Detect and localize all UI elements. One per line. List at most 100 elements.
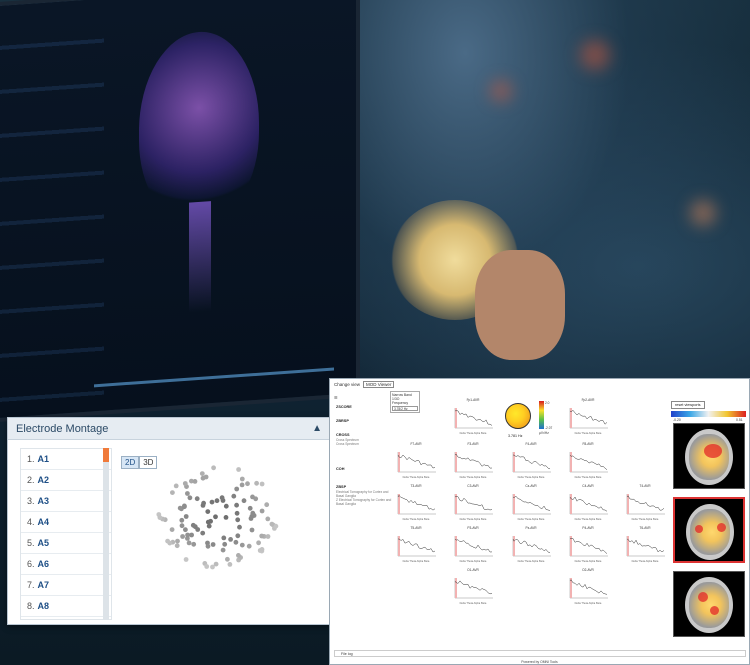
spectrum-tile[interactable]: C4-AVR Delta Theta Alpha Beta <box>566 484 610 521</box>
reset-viewports-button[interactable]: reset viewports <box>671 401 705 409</box>
spectrum-tile[interactable]: F4-AVR Delta Theta Alpha Beta <box>509 442 553 479</box>
nav-sub[interactable]: Cross Spectrum <box>336 442 394 446</box>
electrode-dot <box>264 502 270 508</box>
electrode-dot <box>201 500 206 506</box>
electrode-dot <box>222 541 228 547</box>
electrode-dot <box>256 540 261 546</box>
frequency-select[interactable]: 3.78/2 Hz <box>392 406 418 411</box>
electrode-dot <box>233 539 239 545</box>
list-item[interactable]: 1. A1 <box>21 449 111 470</box>
bokeh-light <box>580 40 610 70</box>
list-item[interactable]: 8. A8 <box>21 596 111 617</box>
electrode-dot <box>234 502 239 508</box>
mri-sagittal-view[interactable] <box>673 423 745 489</box>
view-select[interactable]: MOD Viewer <box>363 380 395 388</box>
spectrum-plot <box>454 408 493 429</box>
nav-sub[interactable]: Z Electrical Tomography for Cortex and B… <box>336 498 394 506</box>
nav-zbsp[interactable]: ZBSP Electrical Tomography for Cortex an… <box>336 485 394 507</box>
list-item[interactable]: 6. A6 <box>21 554 111 575</box>
electrode-dot <box>191 541 197 547</box>
electrode-dot <box>209 499 215 505</box>
electrode-list: 1. A1 2. A2 3. A3 4. A4 5. A5 6. A6 7. A7 8. A8 <box>20 448 112 620</box>
frequency-header: Narrow Band 1/3O <box>392 393 412 401</box>
list-item[interactable]: 5. A5 <box>21 533 111 554</box>
spectrum-tile[interactable]: T3-AVR Delta Theta Alpha Beta <box>394 484 438 521</box>
electrode-dot <box>182 504 187 510</box>
spectrum-tile[interactable]: P4-AVR Delta Theta Alpha Beta <box>566 526 610 563</box>
scrollbar[interactable] <box>103 448 109 620</box>
electrode-dot <box>239 482 245 488</box>
spectrum-tile[interactable]: O2-AVR Delta Theta Alpha Beta <box>566 568 610 605</box>
tile-title: Fp1-AVR <box>466 398 480 402</box>
electrode-dot <box>173 483 179 489</box>
toolbar: Change view MOD Viewer <box>330 379 749 389</box>
electrode-dot <box>179 517 185 523</box>
electrode-dot <box>194 496 200 502</box>
bokeh-light <box>490 80 512 102</box>
electrode-dot <box>183 557 189 562</box>
face <box>475 250 565 360</box>
tile-title: T6-AVR <box>639 526 651 530</box>
nav-sub[interactable]: Electrical Tomography for Cortex and Bas… <box>336 490 394 498</box>
spectrum-tile[interactable]: F7-AVR Delta Theta Alpha Beta <box>394 442 438 479</box>
nav-zbrsp[interactable]: ZBRSP <box>336 419 394 424</box>
list-item[interactable]: 4. A4 <box>21 512 111 533</box>
mri-coronal-view[interactable] <box>673 497 745 563</box>
electrode-dot <box>189 532 194 538</box>
electrode-dot <box>234 510 240 516</box>
spectrum-plot <box>569 408 608 429</box>
spectrum-tile[interactable]: Cz-AVR Delta Theta Alpha Beta <box>509 484 553 521</box>
electrode-dot <box>182 481 188 486</box>
list-item[interactable]: 7. A7 <box>21 575 111 596</box>
spectrum-plot <box>569 536 608 557</box>
spectrum-tile[interactable]: P3-AVR Delta Theta Alpha Beta <box>451 526 495 563</box>
tile-title: F4-AVR <box>525 442 537 446</box>
spectrum-plot <box>512 452 551 473</box>
spectrum-tile[interactable]: T5-AVR Delta Theta Alpha Beta <box>394 526 438 563</box>
spectrum-plot <box>569 494 608 515</box>
hamburger-icon[interactable]: ☰ <box>334 395 338 400</box>
mri-axial-view[interactable] <box>673 571 745 637</box>
spectrum-tile[interactable]: O1-AVR Delta Theta Alpha Beta <box>451 568 495 605</box>
tile-title: Pz-AVR <box>525 526 537 530</box>
electrode-dot <box>213 561 219 567</box>
spectrum-tile[interactable]: Fp1-AVR Delta Theta Alpha Beta <box>451 398 495 435</box>
electrode-dot <box>208 518 213 524</box>
spectrum-tile[interactable]: Fp2-AVR Delta Theta Alpha Beta <box>566 398 610 435</box>
electrode-dot <box>183 527 188 533</box>
file-log-bar[interactable]: File log <box>334 650 746 657</box>
spectrum-tile[interactable]: Pz-AVR Delta Theta Alpha Beta <box>509 526 553 563</box>
tile-axis-caption: Delta Theta Alpha Beta <box>459 432 487 435</box>
electrode-dot <box>174 543 180 549</box>
electrode-dot <box>241 498 247 504</box>
list-item[interactable]: 3. A3 <box>21 491 111 512</box>
spectrum-tile[interactable]: T4-AVR Delta Theta Alpha Beta <box>623 484 667 521</box>
nav-zscore[interactable]: ZSCORE <box>336 405 394 410</box>
electrode-dot <box>228 537 233 542</box>
electrode-dot <box>200 475 206 481</box>
scrollbar-thumb[interactable] <box>103 448 109 462</box>
electrode-dot <box>165 538 170 544</box>
electrode-dot <box>235 517 241 523</box>
frequency-panel: Narrow Band 1/3O Frequency 3.78/2 Hz <box>390 391 420 413</box>
spectrum-plot <box>454 536 493 557</box>
panel-header[interactable]: Electrode Montage ▲ <box>8 418 330 440</box>
electrode-dot <box>250 510 256 516</box>
list-item[interactable]: 2. A2 <box>21 470 111 491</box>
spectrum-tile[interactable]: T6-AVR Delta Theta Alpha Beta <box>623 526 667 563</box>
electrode-dot <box>259 508 265 514</box>
spectrum-tile[interactable]: C3-AVR Delta Theta Alpha Beta <box>451 484 495 521</box>
nav-coh[interactable]: COH <box>336 467 394 472</box>
topo-frequency: 3.781 Hz <box>508 434 523 438</box>
spectrum-tile[interactable]: F8-AVR Delta Theta Alpha Beta <box>566 442 610 479</box>
view-2d-button[interactable]: 2D <box>121 456 140 469</box>
electrode-dot <box>254 480 259 486</box>
tile-title: O2-AVR <box>582 568 594 572</box>
nav-cross[interactable]: CROSS Cross Spectrum Cross Spectrum <box>336 433 394 446</box>
spectrum-tile[interactable]: F3-AVR Delta Theta Alpha Beta <box>451 442 495 479</box>
analysis-window: Change view MOD Viewer ☰ ZSCORE ZBRSP CR… <box>329 378 750 665</box>
electrode-dot <box>210 542 216 547</box>
chevron-up-icon[interactable]: ▲ <box>312 423 322 434</box>
monitor <box>0 0 360 424</box>
frequency-label: Frequency <box>392 401 409 405</box>
